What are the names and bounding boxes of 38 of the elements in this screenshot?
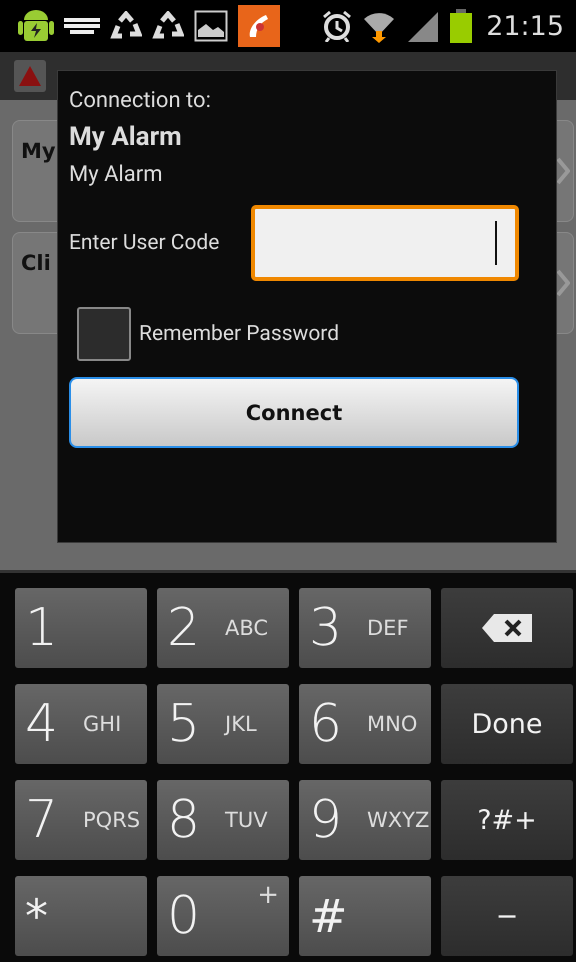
- connect-button[interactable]: Connect: [69, 377, 519, 448]
- keyboard-action-key[interactable]: ?#+: [441, 780, 573, 860]
- symbol-key[interactable]: *: [15, 876, 147, 956]
- number-key[interactable]: 4 GHI: [15, 684, 147, 764]
- number-key[interactable]: 2 ABC: [157, 588, 289, 668]
- number-key[interactable]: 6 MNO: [299, 684, 431, 764]
- recycle-icon: [110, 11, 142, 41]
- number-key[interactable]: 7 PQRS: [15, 780, 147, 860]
- number-key[interactable]: 9 WXYZ: [299, 780, 431, 860]
- alarm-clock-icon: [322, 10, 352, 42]
- battery-icon: [450, 9, 472, 43]
- android-charging-icon: [18, 9, 54, 43]
- site-description: My Alarm: [69, 161, 164, 189]
- app-logo-icon: [14, 60, 46, 92]
- recycle-icon: [152, 11, 184, 41]
- user-code-label: Enter User Code: [69, 231, 220, 255]
- number-key[interactable]: 8 TUV: [157, 780, 289, 860]
- signal-icon: [406, 10, 440, 42]
- keyboard-action-key[interactable]: Done: [441, 684, 573, 764]
- number-key[interactable]: 1: [15, 588, 147, 668]
- chevron-icon: [556, 269, 570, 297]
- remember-checkbox[interactable]: [77, 307, 131, 361]
- backspace-icon: [482, 614, 532, 642]
- picture-icon: [194, 10, 228, 42]
- remember-password-label: Remember Password: [139, 322, 340, 346]
- app-notification-icon: [238, 5, 280, 47]
- keyboard-action-key[interactable]: −: [441, 876, 573, 956]
- number-key[interactable]: 0 +: [157, 876, 289, 956]
- clock-time: 21:15: [486, 10, 564, 42]
- keyboard-icon: [64, 16, 100, 36]
- number-key[interactable]: 5 JKL: [157, 684, 289, 764]
- user-code-field[interactable]: [251, 205, 519, 281]
- symbol-key[interactable]: #: [299, 876, 431, 956]
- dialog-heading: Connection to:: [69, 87, 212, 115]
- chevron-icon: [556, 157, 570, 185]
- number-key[interactable]: 3 DEF: [299, 588, 431, 668]
- site-name: My Alarm: [69, 121, 183, 154]
- backspace-key[interactable]: [441, 588, 573, 668]
